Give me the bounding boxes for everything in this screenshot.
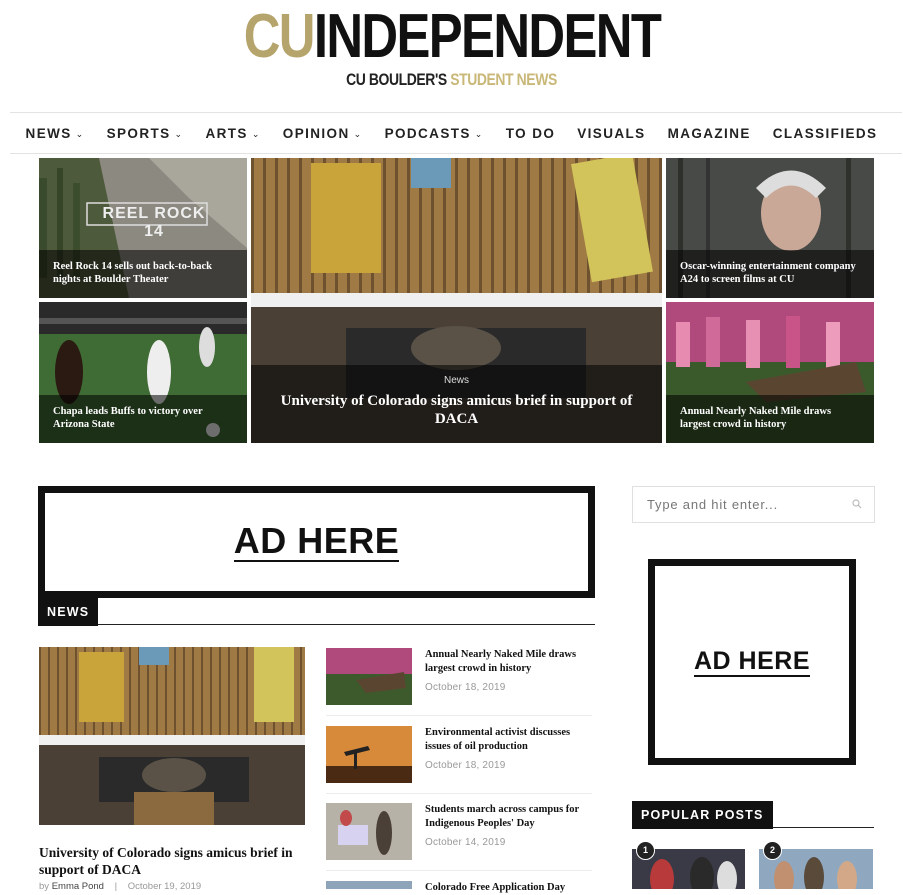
list-item-thumb[interactable]: [326, 881, 412, 889]
nav-bottom-divider: [10, 153, 902, 154]
list-divider: [326, 870, 592, 871]
featured-caption: Annual Nearly Naked Mile draws largest c…: [666, 395, 874, 443]
nav-label: PODCASTS: [384, 125, 471, 141]
featured-tile-daca[interactable]: News University of Colorado signs amicus…: [251, 158, 662, 443]
list-divider: [326, 793, 592, 794]
popular-posts-label[interactable]: POPULAR POSTS: [632, 801, 773, 829]
list-item-date: October 18, 2019: [425, 682, 506, 693]
search-icon[interactable]: [852, 499, 862, 509]
chevron-down-icon: ⌄: [251, 128, 261, 139]
list-item-title[interactable]: Colorado Free Application Day: [425, 881, 590, 895]
main-article-byline: by Emma Pond | October 19, 2019: [39, 881, 311, 892]
list-item-title[interactable]: Environmental activist discusses issues …: [425, 726, 590, 754]
nav-item-visuals[interactable]: VISUALS: [566, 126, 656, 141]
rank-badge: 2: [763, 841, 782, 860]
featured-tile-naked-mile[interactable]: Annual Nearly Naked Mile draws largest c…: [666, 302, 874, 443]
ad-label: AD HERE: [693, 646, 810, 677]
featured-tile-reel-rock[interactable]: REEL ROCK 14 Reel Rock 14 sells out back…: [39, 158, 247, 298]
nav-item-sports[interactable]: SPORTS ⌄: [96, 126, 195, 141]
list-item-title[interactable]: Annual Nearly Naked Mile draws largest c…: [425, 648, 590, 676]
main-article-title[interactable]: University of Colorado signs amicus brie…: [39, 844, 311, 878]
list-item-date: October 18, 2019: [425, 760, 506, 771]
featured-caption: Chapa leads Buffs to victory over Arizon…: [39, 395, 247, 443]
chevron-down-icon: ⌄: [75, 128, 85, 139]
chevron-down-icon: ⌄: [474, 128, 484, 139]
tagline-prefix: CU BOULDER'S: [346, 70, 447, 89]
category-label[interactable]: News: [251, 375, 662, 386]
logo-wordmark: CUINDEPENDENT: [243, 6, 661, 68]
building-atrium-thumb: [39, 647, 305, 825]
naked-mile-thumb: [326, 648, 412, 705]
featured-tile-soccer[interactable]: Chapa leads Buffs to victory over Arizon…: [39, 302, 247, 443]
nav-item-opinion[interactable]: OPINION ⌄: [272, 126, 374, 141]
list-item-thumb[interactable]: [326, 726, 412, 783]
nav-label: TO DO: [505, 125, 556, 141]
nav-label: VISUALS: [577, 125, 646, 141]
reel-rock-image-text: REEL ROCK 14: [102, 205, 206, 240]
ad-box-sidebar[interactable]: AD HERE: [648, 559, 856, 765]
nav-label: ARTS: [205, 125, 248, 141]
news-section-label[interactable]: NEWS: [38, 598, 99, 626]
featured-center-caption: News University of Colorado signs amicus…: [251, 365, 662, 443]
main-article-image[interactable]: [39, 647, 305, 825]
featured-center-title[interactable]: University of Colorado signs amicus brie…: [269, 392, 644, 428]
nav-label: SPORTS: [106, 125, 171, 141]
news-section-rule: [38, 624, 595, 625]
nav-label: CLASSIFIEDS: [772, 125, 878, 141]
search-input[interactable]: [645, 496, 839, 513]
nav-item-magazine[interactable]: MAGAZINE: [657, 126, 762, 141]
byline-date: October 19, 2019: [127, 881, 202, 892]
nav-item-news[interactable]: NEWS ⌄: [15, 126, 96, 141]
byline-author[interactable]: Emma Pond: [52, 881, 104, 892]
list-item-thumb[interactable]: [326, 803, 412, 860]
byline-by: by: [39, 881, 50, 892]
list-divider: [326, 715, 592, 716]
logo-cu: CU: [243, 2, 315, 71]
byline-separator: |: [114, 881, 118, 892]
nav-label: OPINION: [282, 125, 350, 141]
chevron-down-icon: ⌄: [353, 128, 363, 139]
nav-label: MAGAZINE: [667, 125, 751, 141]
main-nav: NEWS ⌄ SPORTS ⌄ ARTS ⌄ OPINION ⌄ PODCASTS ⌄ T…: [0, 113, 903, 153]
chevron-down-icon: ⌄: [174, 128, 184, 139]
nav-item-arts[interactable]: ARTS ⌄: [194, 126, 271, 141]
logo-independent: INDEPENDENT: [313, 2, 661, 71]
march-thumb: [326, 803, 412, 860]
logo-tagline: CU BOULDER'S STUDENT NEWS: [346, 70, 557, 90]
rank-badge: 1: [636, 841, 655, 860]
nav-label: NEWS: [25, 125, 72, 141]
site-logo[interactable]: CUINDEPENDENT CU BOULDER'S STUDENT NEWS: [0, 6, 903, 90]
featured-tile-a24[interactable]: Oscar-winning entertainment company A24 …: [666, 158, 874, 298]
nav-item-podcasts[interactable]: PODCASTS ⌄: [374, 126, 495, 141]
oil-rig-thumb: [326, 726, 412, 783]
nav-item-todo[interactable]: TO DO: [495, 126, 567, 141]
tagline-suffix: STUDENT NEWS: [450, 70, 557, 89]
list-item-title[interactable]: Students march across campus for Indigen…: [425, 803, 590, 831]
list-item-thumb[interactable]: [326, 648, 412, 705]
featured-caption: Oscar-winning entertainment company A24 …: [666, 250, 874, 298]
search-box[interactable]: [632, 486, 875, 523]
nav-item-classifieds[interactable]: CLASSIFIEDS: [762, 126, 889, 141]
list-item-date: October 14, 2019: [425, 837, 506, 848]
ad-label: AD HERE: [233, 520, 400, 562]
featured-caption: Reel Rock 14 sells out back-to-back nigh…: [39, 250, 247, 298]
ad-banner-main[interactable]: AD HERE: [38, 486, 595, 598]
